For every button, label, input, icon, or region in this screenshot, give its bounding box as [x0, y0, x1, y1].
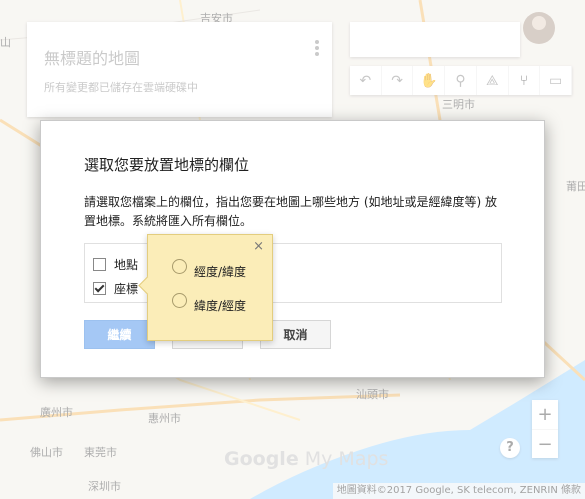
dialog-description: 請選取您檔案上的欄位，指出您要在地圖上哪些地方 (如地址或是經緯度等) 放置地標… [84, 195, 497, 228]
dialog-title: 選取您要放置地標的欄位 [84, 156, 250, 174]
option-label: 經度/緯度 [194, 265, 247, 279]
option-lng-lat[interactable]: 經度/緯度 [172, 253, 246, 280]
option-lat-lng[interactable]: 緯度/經度 [172, 287, 246, 314]
coordinates-checkbox[interactable] [93, 282, 106, 295]
radio-button[interactable] [172, 259, 187, 274]
column-option-coordinates[interactable]: 座標 [93, 280, 138, 297]
coordinate-format-callout: × 經度/緯度 緯度/經度 [147, 234, 273, 341]
column-option-location[interactable]: 地點 [93, 256, 138, 273]
location-checkbox[interactable] [93, 258, 106, 271]
option-label: 緯度/經度 [194, 299, 247, 313]
close-icon[interactable]: × [253, 239, 264, 254]
continue-button[interactable]: 繼續 [84, 320, 155, 349]
column-label: 地點 [114, 258, 139, 272]
column-label: 座標 [114, 282, 139, 296]
radio-button[interactable] [172, 293, 187, 308]
import-column-dialog: 選取您要放置地標的欄位 請選取您檔案上的欄位，指出您要在地圖上哪些地方 (如地址… [40, 120, 545, 378]
